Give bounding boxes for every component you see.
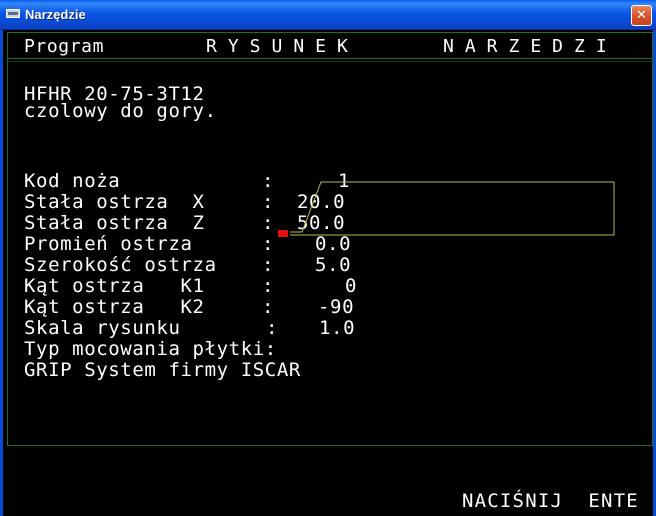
title-bar: Narzędzie ✕ — [0, 0, 656, 30]
close-button[interactable]: ✕ — [631, 5, 652, 26]
window-title: Narzędzie — [25, 7, 86, 22]
tool-tip-marker — [278, 230, 288, 237]
tool-outline — [290, 181, 615, 236]
tool-drawing — [278, 181, 615, 237]
app-icon — [6, 9, 20, 18]
enter-prompt: NACIŚNIJ ENTE — [462, 490, 639, 512]
close-icon: ✕ — [636, 8, 647, 23]
terminal-screen: Program RYSUNEK NARZEDZI HFHR 20-75-3T12… — [0, 30, 656, 516]
